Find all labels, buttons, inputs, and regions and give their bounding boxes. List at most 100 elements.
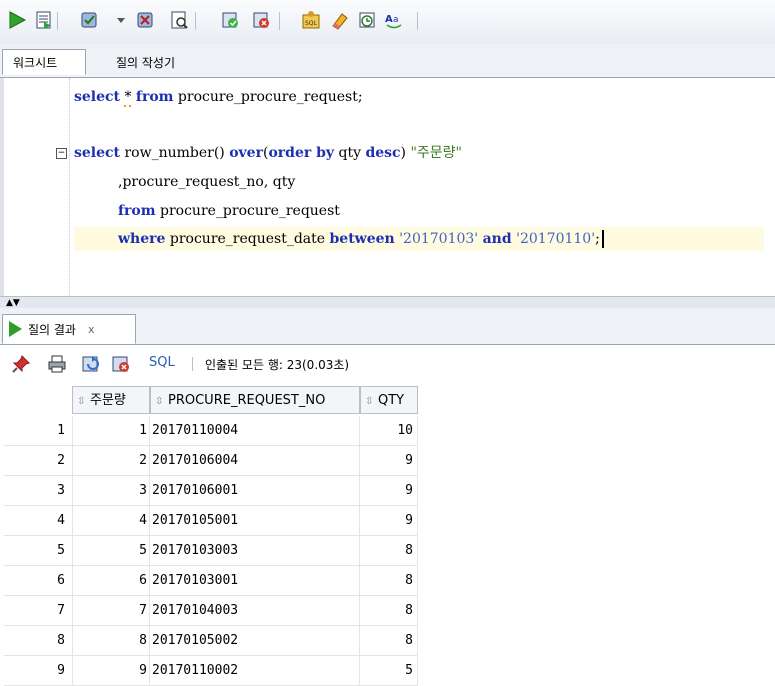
sort-icon: ⇳ xyxy=(77,396,86,407)
refresh-icon xyxy=(82,356,99,372)
code-line-3: select row_number() over(order by qty de… xyxy=(74,145,462,161)
editor-tab-bar: 워크시트 질의 작성기 xyxy=(0,44,775,78)
table-row[interactable]: 2 2 20170106004 9 xyxy=(4,446,422,476)
cell-order-count[interactable]: 6 xyxy=(72,566,150,596)
row-number: 4 xyxy=(4,506,72,536)
cell-qty[interactable]: 8 xyxy=(360,566,418,596)
column-header-qty[interactable]: ⇳ QTY xyxy=(360,386,418,414)
run-statement-icon xyxy=(9,11,27,29)
cell-order-count[interactable]: 2 xyxy=(72,446,150,476)
print-button[interactable] xyxy=(46,354,68,374)
row-number: 2 xyxy=(4,446,72,476)
history-icon xyxy=(359,12,375,28)
column-header-procure-request-no[interactable]: ⇳ PROCURE_REQUEST_NO xyxy=(150,386,360,414)
close-tab-icon[interactable]: x xyxy=(88,323,95,336)
cell-procure-request-no[interactable]: 20170103001 xyxy=(150,566,360,596)
svg-text:SQL: SQL xyxy=(305,20,318,27)
table-row[interactable]: 8 8 20170105002 8 xyxy=(4,626,422,656)
freeze-view-button[interactable] xyxy=(10,354,32,374)
result-tab-bar: 질의 결과 x xyxy=(0,308,775,345)
code-line-6-current: where procure_request_date between '2017… xyxy=(74,227,764,251)
table-row[interactable]: 4 4 20170105001 9 xyxy=(4,506,422,536)
cell-order-count[interactable]: 7 xyxy=(72,596,150,626)
cancel-fetch-button[interactable] xyxy=(110,354,132,374)
row-number: 7 xyxy=(4,596,72,626)
autotrace-icon xyxy=(171,11,188,29)
cell-order-count[interactable]: 4 xyxy=(72,506,150,536)
sort-icon: ⇳ xyxy=(365,396,374,407)
cell-order-count[interactable]: 8 xyxy=(72,626,150,656)
history-button[interactable] xyxy=(356,8,378,32)
cell-qty[interactable]: 8 xyxy=(360,536,418,566)
table-row[interactable]: 6 6 20170103001 8 xyxy=(4,566,422,596)
cell-procure-request-no[interactable]: 20170104003 xyxy=(150,596,360,626)
sql-link[interactable]: SQL xyxy=(149,355,175,370)
run-script-button[interactable] xyxy=(33,8,55,32)
cell-qty[interactable]: 8 xyxy=(360,626,418,656)
cell-procure-request-no[interactable]: 20170110002 xyxy=(150,656,360,686)
table-row[interactable]: 5 5 20170103003 8 xyxy=(4,536,422,566)
tab-query-result[interactable]: 질의 결과 x xyxy=(2,314,136,344)
eraser-icon xyxy=(332,13,348,30)
cell-qty[interactable]: 10 xyxy=(360,416,418,446)
sql-worksheet-icon: SQL xyxy=(302,11,320,29)
code-line-4: ,procure_request_no, qty xyxy=(118,174,296,190)
row-number: 9 xyxy=(4,656,72,686)
result-tab-label: 질의 결과 xyxy=(28,322,76,337)
explain-plan-button[interactable] xyxy=(219,8,241,32)
result-grid[interactable]: ⇳ 주문량 ⇳ PROCURE_REQUEST_NO ⇳ QTY 1 1 20170110… xyxy=(4,386,775,686)
autotrace-button[interactable] xyxy=(168,8,190,32)
svg-text:A: A xyxy=(385,14,393,25)
tab-query-builder[interactable]: 질의 작성기 xyxy=(106,50,185,76)
row-number: 8 xyxy=(4,626,72,656)
refresh-button[interactable] xyxy=(80,354,102,374)
column-header-order-count[interactable]: ⇳ 주문량 xyxy=(72,386,150,414)
cell-qty[interactable]: 5 xyxy=(360,656,418,686)
fold-toggle-icon[interactable]: − xyxy=(56,148,67,159)
table-row[interactable]: 3 3 20170106001 9 xyxy=(4,476,422,506)
clear-button[interactable] xyxy=(329,8,351,32)
commit-dropdown-icon[interactable] xyxy=(117,18,125,23)
code-line-1: select * from procure_procure_request; xyxy=(74,89,363,107)
cell-qty[interactable]: 8 xyxy=(360,596,418,626)
sql-tuning-button[interactable] xyxy=(250,8,272,32)
cell-procure-request-no[interactable]: 20170105001 xyxy=(150,506,360,536)
rollback-button[interactable] xyxy=(134,8,156,32)
commit-button[interactable] xyxy=(78,8,100,32)
rollback-icon xyxy=(137,12,153,28)
cell-qty[interactable]: 9 xyxy=(360,476,418,506)
cell-qty[interactable]: 9 xyxy=(360,506,418,536)
cell-procure-request-no[interactable]: 20170106001 xyxy=(150,476,360,506)
tab-worksheet[interactable]: 워크시트 xyxy=(2,49,86,75)
text-caret xyxy=(601,230,604,248)
cell-procure-request-no[interactable]: 20170103003 xyxy=(150,536,360,566)
row-number: 1 xyxy=(4,416,72,446)
svg-text:a: a xyxy=(393,15,399,25)
cell-order-count[interactable]: 9 xyxy=(72,656,150,686)
row-number: 3 xyxy=(4,476,72,506)
sql-worksheet-button[interactable]: SQL xyxy=(300,8,322,32)
cell-order-count[interactable]: 5 xyxy=(72,536,150,566)
cell-order-count[interactable]: 3 xyxy=(72,476,150,506)
fetched-rows-status: 인출된 모든 행: 23(0.03초) xyxy=(205,358,350,372)
cell-procure-request-no[interactable]: 20170106004 xyxy=(150,446,360,476)
table-row[interactable]: 1 1 20170110004 10 xyxy=(4,416,422,446)
row-number: 5 xyxy=(4,536,72,566)
cell-qty[interactable]: 9 xyxy=(360,446,418,476)
run-statement-button[interactable] xyxy=(6,8,28,32)
format-text-icon: Aa xyxy=(385,14,402,29)
run-script-icon xyxy=(36,11,51,29)
sort-icon: ⇳ xyxy=(155,396,164,407)
run-result-icon xyxy=(9,321,22,337)
table-row[interactable]: 7 7 20170104003 8 xyxy=(4,596,422,626)
sql-editor[interactable]: select * from procure_procure_request; −… xyxy=(0,78,775,296)
main-toolbar: SQL Aa xyxy=(0,0,775,45)
format-button[interactable]: Aa xyxy=(383,8,405,32)
cell-procure-request-no[interactable]: 20170110004 xyxy=(150,416,360,446)
table-row[interactable]: 9 9 20170110002 5 xyxy=(4,656,422,686)
cell-order-count[interactable]: 1 xyxy=(72,416,150,446)
printer-icon xyxy=(48,355,66,373)
explain-plan-icon xyxy=(222,12,238,28)
cell-procure-request-no[interactable]: 20170105002 xyxy=(150,626,360,656)
row-number: 6 xyxy=(4,566,72,596)
